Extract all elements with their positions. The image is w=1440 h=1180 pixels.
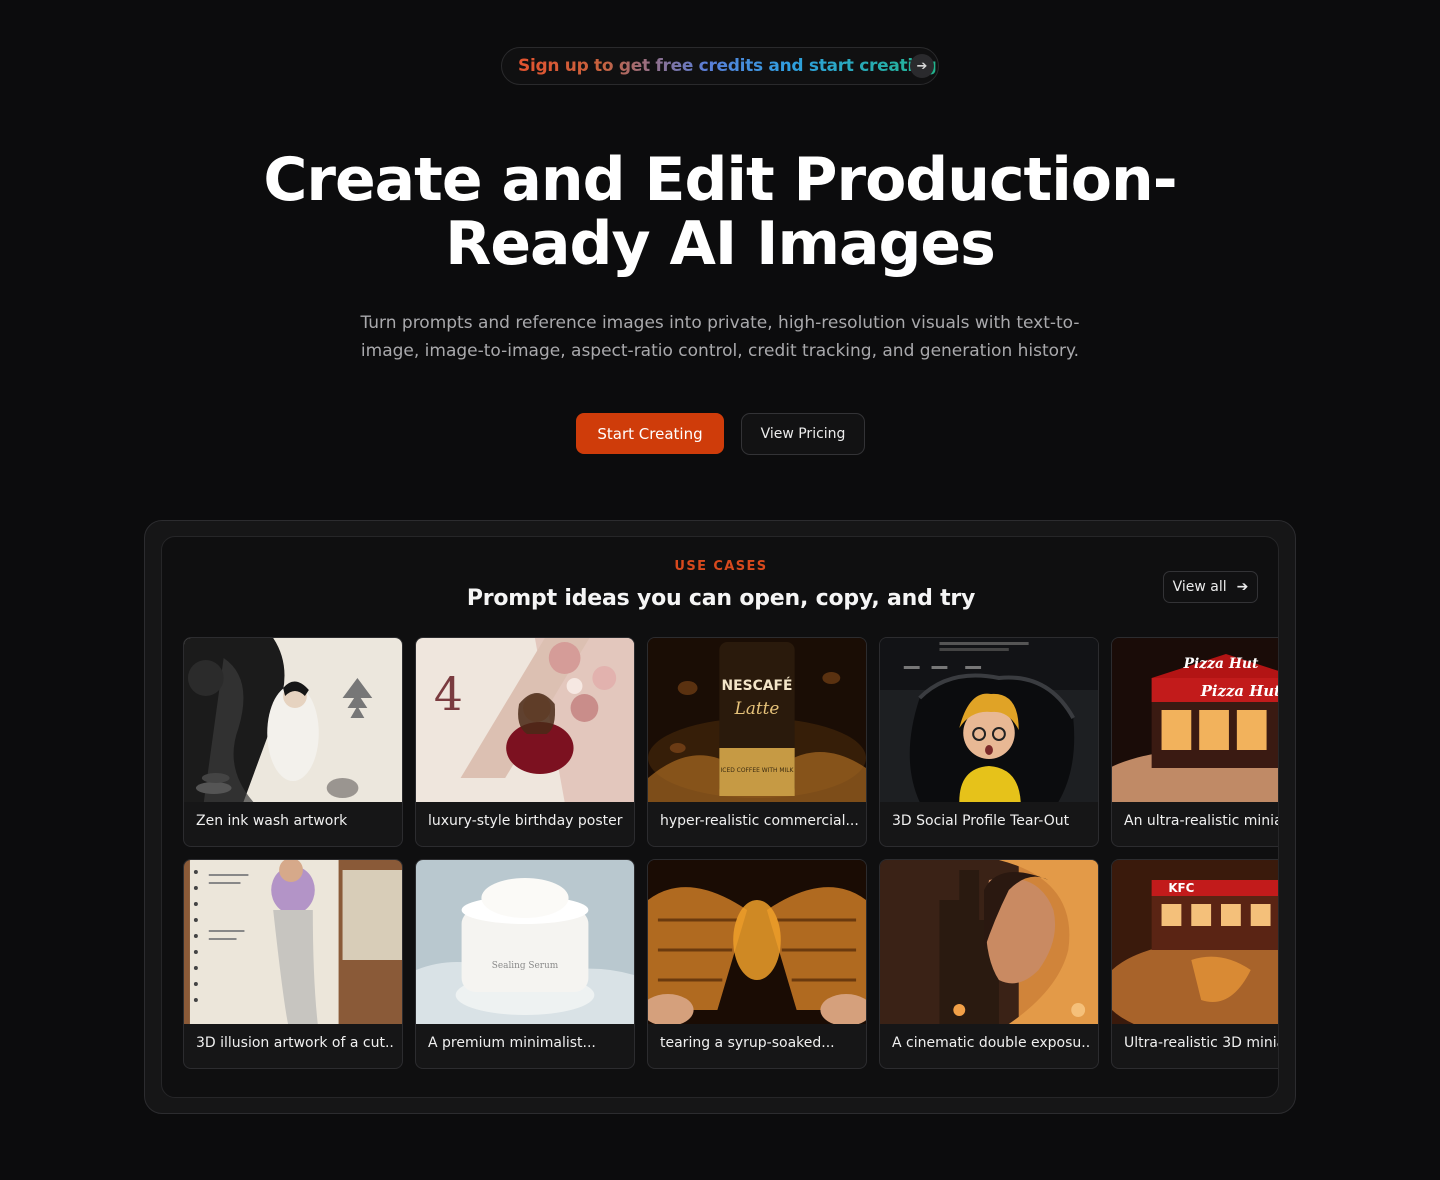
use-case-card[interactable]: KFC Ultra-realistic 3D minia bbox=[1111, 859, 1279, 1069]
coffee-can-thumbnail: NESCAFÉ Latte ICED COFFEE WITH MILK bbox=[648, 638, 866, 802]
use-case-card[interactable]: 3D Social Profile Tear-Out bbox=[879, 637, 1099, 847]
hero-subtitle-line2: image, image-to-image, aspect-ratio cont… bbox=[360, 341, 1080, 361]
can-sub-text: ICED COFFEE WITH MILK bbox=[721, 767, 795, 774]
use-case-caption: Zen ink wash artwork bbox=[196, 813, 348, 829]
use-case-card[interactable]: Sealing Serum A premium minimalist... bbox=[415, 859, 635, 1069]
pizza-hut-sign-lower: Pizza Hut bbox=[1200, 682, 1279, 700]
use-case-caption: luxury-style birthday poster bbox=[428, 813, 623, 829]
use-case-card[interactable]: Pizza Hut Pizza Hut An ultra-realistic m… bbox=[1111, 637, 1279, 847]
pizza-hut-thumbnail: Pizza Hut Pizza Hut bbox=[1112, 638, 1279, 802]
use-cases-title: Prompt ideas you can open, copy, and try bbox=[466, 586, 976, 611]
use-case-card[interactable]: tearing a syrup-soaked... bbox=[647, 859, 867, 1069]
serum-jar-thumbnail: Sealing Serum bbox=[416, 860, 634, 1024]
use-case-card[interactable]: Zen ink wash artwork bbox=[183, 637, 403, 847]
can-brand-text: NESCAFÉ bbox=[722, 676, 793, 694]
use-case-card[interactable]: 3D illusion artwork of a cut... bbox=[183, 859, 403, 1069]
signup-banner[interactable]: Sign up to get free credits and start cr… bbox=[501, 47, 939, 85]
use-case-caption: Ultra-realistic 3D minia bbox=[1124, 1035, 1279, 1051]
use-case-caption: 3D Social Profile Tear-Out bbox=[892, 813, 1070, 829]
start-creating-button[interactable]: Start Creating bbox=[576, 413, 724, 454]
use-case-caption: A premium minimalist... bbox=[428, 1035, 596, 1051]
can-product-text: Latte bbox=[734, 698, 780, 718]
use-cases-eyebrow: USE CASES bbox=[674, 559, 768, 574]
notebook-illusion-thumbnail bbox=[184, 860, 402, 1024]
hero-title: Create and Edit Production- Ready AI Ima… bbox=[200, 148, 1240, 276]
use-case-caption: 3D illusion artwork of a cut... bbox=[196, 1035, 394, 1051]
profile-tearout-thumbnail bbox=[880, 638, 1098, 802]
use-case-card[interactable]: 4 luxury-style birthday poster bbox=[415, 637, 635, 847]
signup-banner-text: Sign up to get free credits and start cr… bbox=[518, 56, 937, 76]
hero-subtitle-line1: Turn prompts and reference images into p… bbox=[360, 313, 1080, 333]
use-case-caption: tearing a syrup-soaked... bbox=[660, 1035, 835, 1051]
use-case-caption: hyper-realistic commercial... bbox=[660, 813, 858, 829]
kfc-sign: KFC bbox=[1168, 881, 1194, 895]
use-case-caption: An ultra-realistic miniat bbox=[1124, 813, 1279, 829]
use-cases-panel: USE CASES Prompt ideas you can open, cop… bbox=[161, 536, 1279, 1098]
kfc-miniature-thumbnail: KFC bbox=[1112, 860, 1278, 1024]
use-case-card[interactable]: NESCAFÉ Latte ICED COFFEE WITH MILK hype… bbox=[647, 637, 867, 847]
arrow-right-icon: ➔ bbox=[910, 54, 934, 78]
hero-title-line1: Create and Edit Production- bbox=[263, 145, 1177, 215]
view-all-label: View all bbox=[1172, 579, 1227, 595]
view-pricing-button[interactable]: View Pricing bbox=[741, 413, 865, 455]
arrow-right-icon: ➔ bbox=[1236, 579, 1249, 595]
pizza-hut-sign: Pizza Hut bbox=[1183, 656, 1259, 672]
syrup-waffle-thumbnail bbox=[648, 860, 866, 1024]
zen-ink-thumbnail bbox=[184, 638, 402, 802]
hero-title-line2: Ready AI Images bbox=[445, 209, 996, 279]
use-case-caption: A cinematic double exposu... bbox=[892, 1035, 1090, 1051]
serum-jar-label: Sealing Serum bbox=[492, 961, 559, 971]
birthday-poster-thumbnail: 4 bbox=[416, 638, 634, 802]
view-all-button[interactable]: View all ➔ bbox=[1163, 571, 1258, 603]
double-exposure-thumbnail bbox=[880, 860, 1098, 1024]
hero-subtitle: Turn prompts and reference images into p… bbox=[340, 309, 1100, 365]
use-case-card[interactable]: A cinematic double exposu... bbox=[879, 859, 1099, 1069]
birthday-digit: 4 bbox=[434, 667, 463, 721]
